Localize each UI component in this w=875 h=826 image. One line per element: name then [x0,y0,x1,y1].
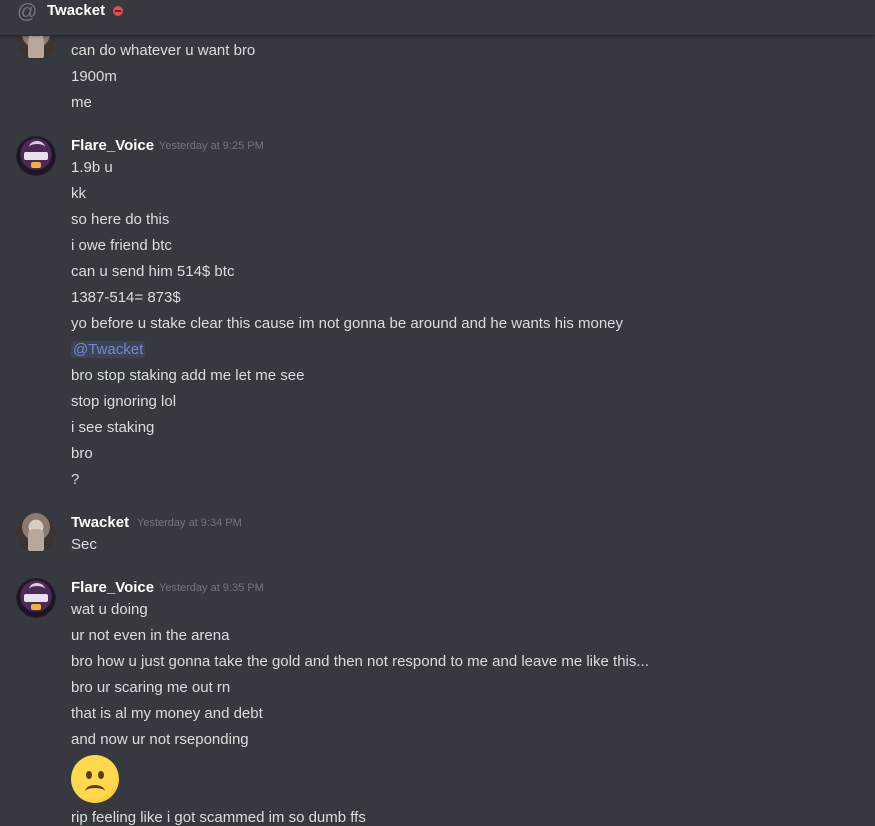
message-line: bro [71,445,93,462]
message-timestamp: Yesterday at 9:25 PM [159,140,264,152]
message-line: 1.9b u [71,159,113,176]
do-not-disturb-status-icon [113,6,123,16]
message-line: can u send him 514$ btc [71,263,235,280]
avatar[interactable] [16,136,56,176]
message-line: ? [71,471,80,488]
message-line: me [71,94,92,111]
message-line: rip feeling like i got scammed im so dum… [71,809,366,826]
message-line: i see staking [71,419,155,436]
message-line: can do whatever u want bro [71,42,256,59]
message-line: ur not even in the arena [71,627,230,644]
message-line: stop ignoring lol [71,393,177,410]
avatar[interactable] [16,578,56,618]
message-author[interactable]: Flare_Voice [71,579,154,596]
message-line: that is al my money and debt [71,705,263,722]
message-line: wat u doing [71,601,148,618]
message-line: i owe friend btc [71,237,172,254]
at-icon: @ [17,1,38,23]
message-line: and now ur not rseponding [71,731,249,748]
channel-header: @ Twacket [0,0,875,36]
message-author[interactable]: Twacket [71,514,129,531]
message-line: 1387-514= 873$ [71,289,181,306]
user-mention[interactable]: @Twacket [71,341,146,358]
message-timestamp: Yesterday at 9:34 PM [137,517,242,529]
emoji-eye [98,771,104,779]
message-line: bro ur scaring me out rn [71,679,231,696]
message-line: bro how u just gonna take the gold and t… [71,653,649,670]
emoji-mouth [85,785,105,798]
message-line: @Twacket [71,341,146,358]
avatar[interactable] [16,513,56,553]
message-line: yo before u stake clear this cause im no… [71,315,624,332]
message-line: kk [71,185,86,202]
message-line: Sec [71,536,97,553]
emoji-eye [86,771,92,779]
message-line: bro stop staking add me let me see [71,367,305,384]
message-line: so here do this [71,211,170,228]
message-line: 1900m [71,68,117,85]
frowning-face-emoji [71,755,119,803]
dm-recipient-name[interactable]: Twacket [47,2,105,19]
message-author[interactable]: Flare_Voice [71,137,154,154]
message-timestamp: Yesterday at 9:35 PM [159,582,264,594]
